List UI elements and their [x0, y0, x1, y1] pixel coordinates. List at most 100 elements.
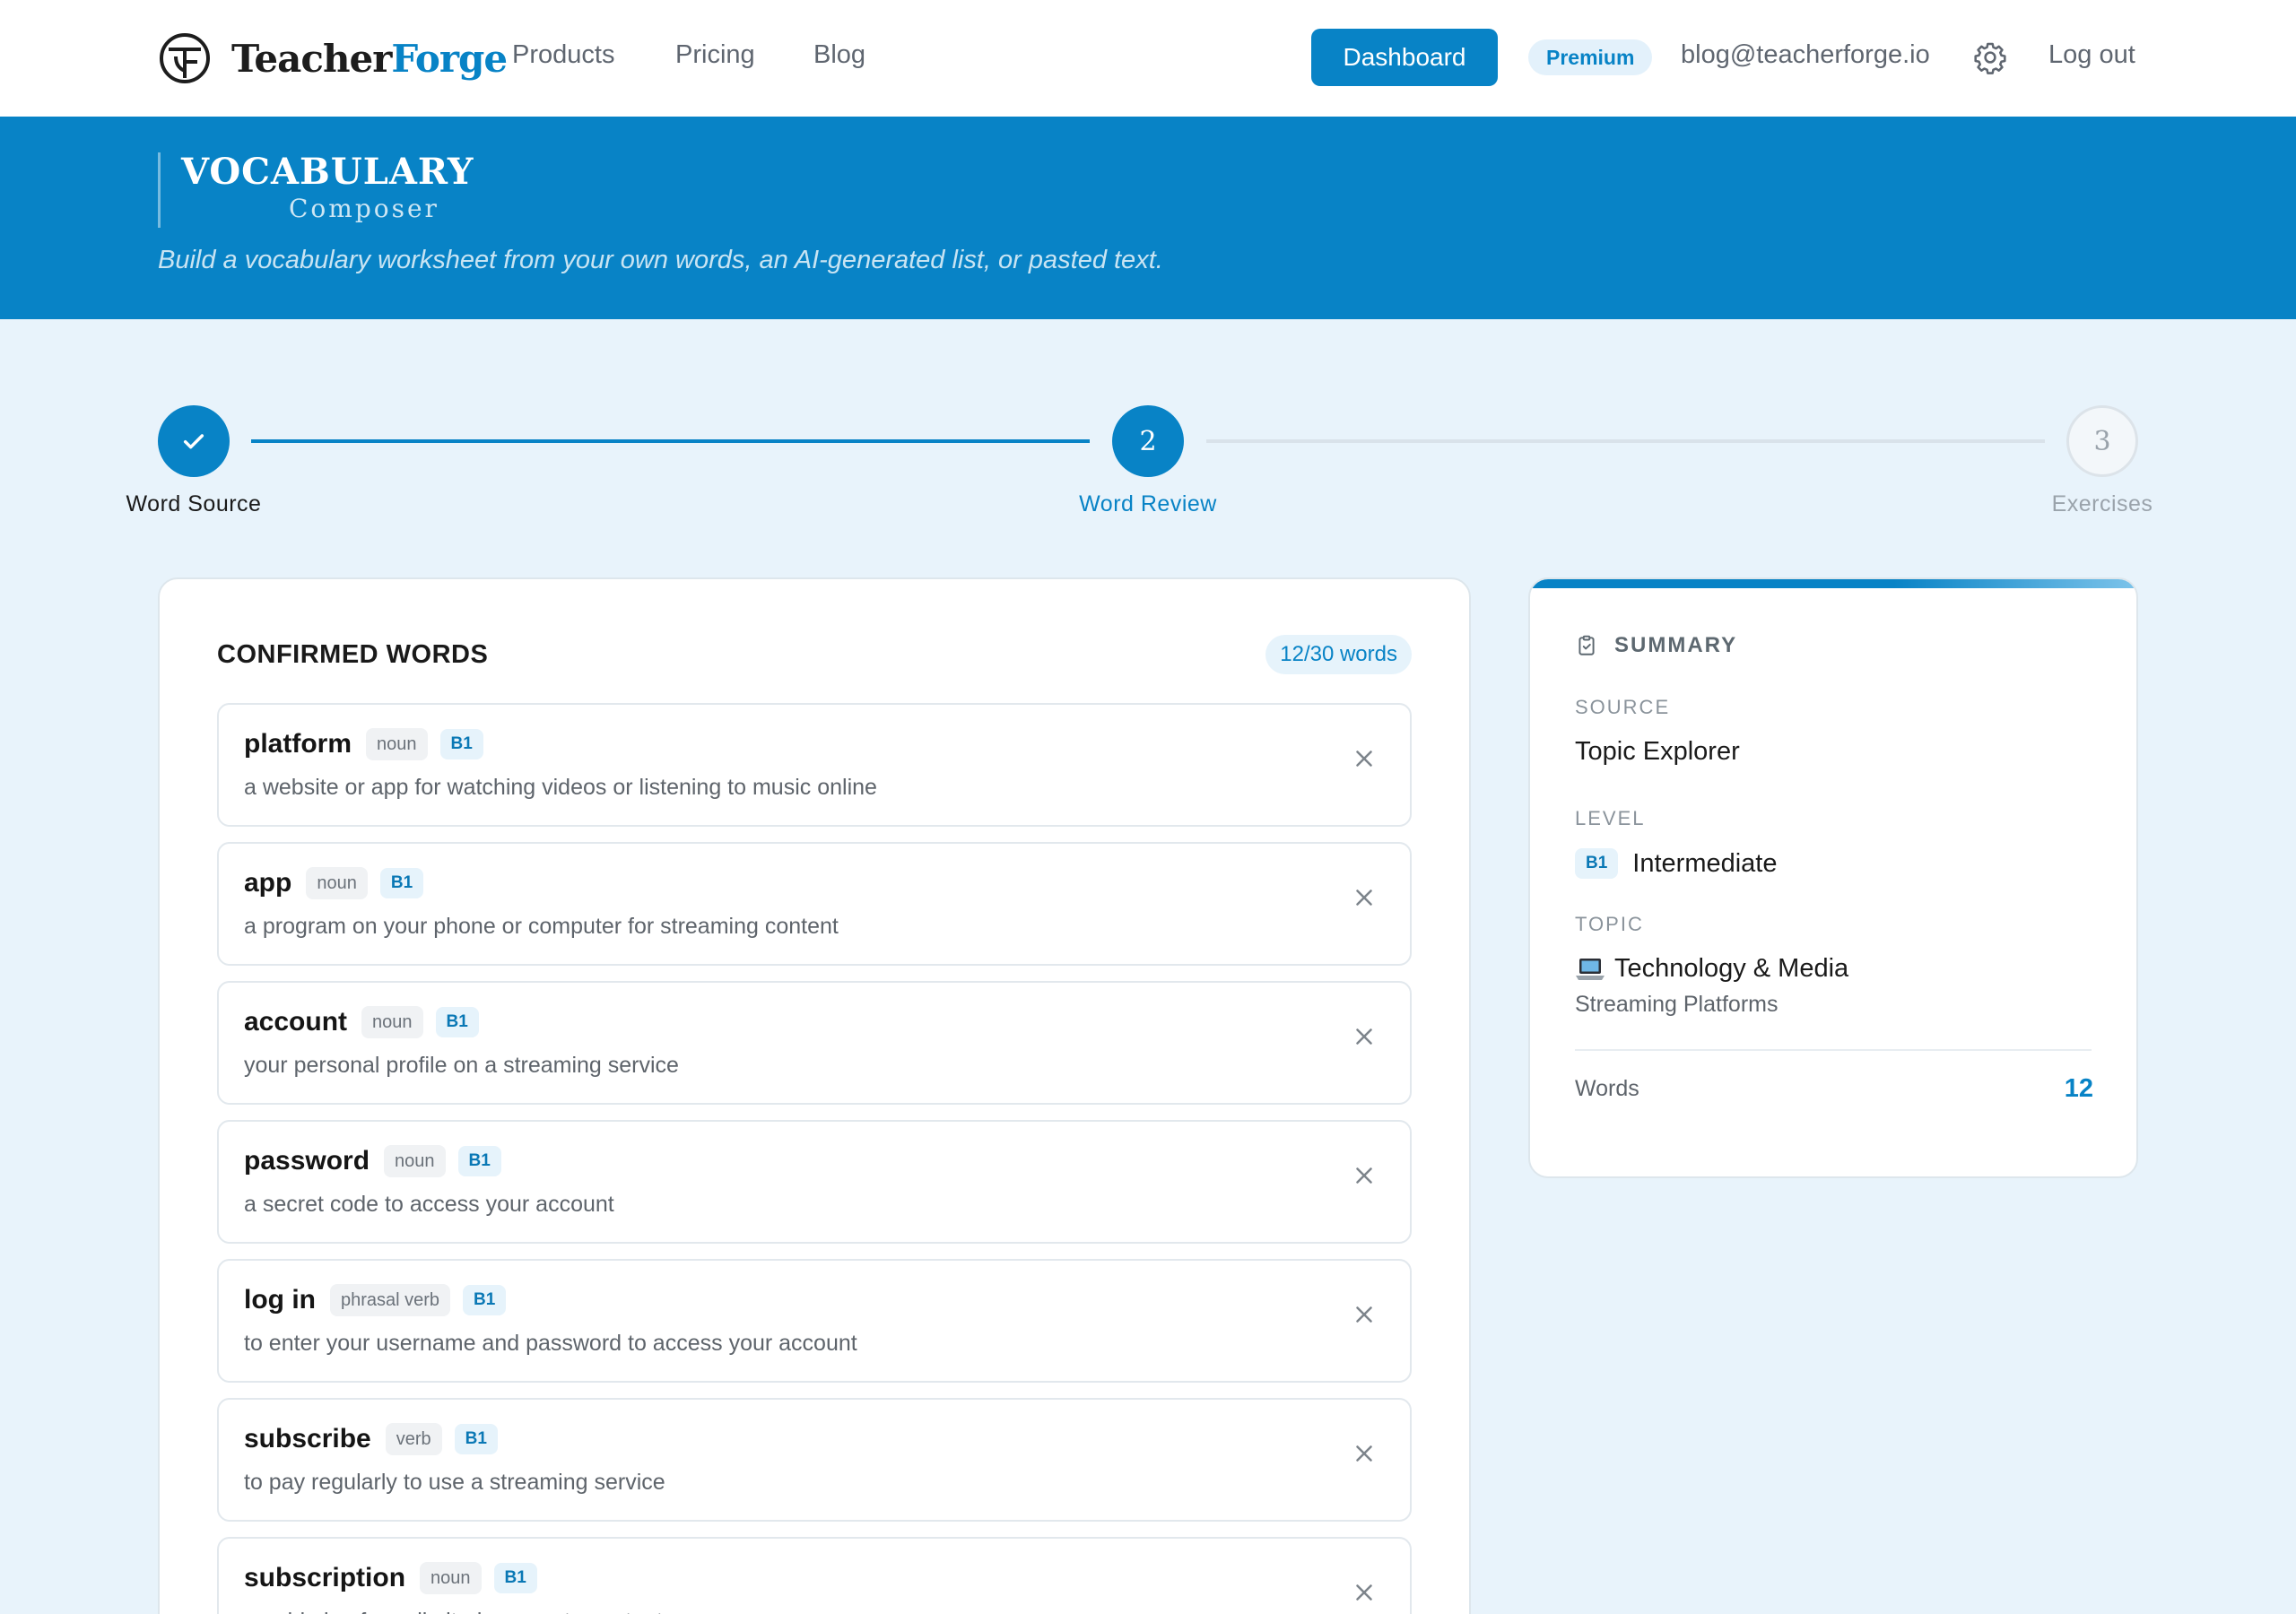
header-rule [158, 152, 161, 228]
level-text: Intermediate [1632, 848, 1778, 878]
user-email: blog@teacherforge.io [1681, 40, 1930, 69]
remove-word-close-icon[interactable] [1351, 1579, 1378, 1606]
laptop-icon [1576, 958, 1605, 980]
topic-subtopic: Streaming Platforms [1575, 992, 1779, 1017]
word-definition: a paid plan for unlimited access to cont… [244, 1609, 663, 1614]
part-of-speech-tag: noun [420, 1562, 482, 1594]
remove-word-close-icon[interactable] [1351, 1440, 1378, 1467]
page-header: VOCABULARY Composer Build a vocabulary w… [0, 117, 2296, 319]
words-count-label: Words [1575, 1076, 1639, 1101]
level-tag: B1 [493, 1563, 537, 1593]
nav-link-products[interactable]: Products [512, 40, 614, 70]
summary-divider [1575, 1049, 2092, 1051]
level-tag: B1 [457, 1146, 501, 1176]
part-of-speech-tag: verb [385, 1423, 442, 1455]
confirmed-words-card: CONFIRMED WORDS 12/30 words platform noun… [158, 577, 1471, 1614]
word-row-header: subscription noun B1 [244, 1562, 537, 1594]
brand-name-part2: Forge [391, 36, 508, 81]
word-term: app [244, 868, 292, 898]
confirmed-words-title: CONFIRMED WORDS [217, 640, 489, 669]
word-term: platform [244, 729, 352, 759]
word-definition: a website or app for watching videos or … [244, 775, 877, 800]
remove-word-close-icon[interactable] [1351, 1301, 1378, 1328]
nav-link-pricing[interactable]: Pricing [675, 40, 755, 70]
word-row-header: account noun B1 [244, 1006, 479, 1038]
stepper-line-pending [1206, 439, 2045, 443]
teacherforge-logo-icon [160, 33, 210, 83]
stepper-line-completed [251, 439, 1090, 443]
level-value: B1 Intermediate [1575, 848, 1778, 879]
topic-value: Technology & Media [1575, 954, 1848, 984]
word-definition: to pay regularly to use a streaming serv… [244, 1470, 665, 1495]
summary-title: SUMMARY [1614, 633, 1738, 657]
word-definition: to enter your username and password to a… [244, 1331, 857, 1356]
page-subtitle: Composer [289, 194, 439, 223]
word-row: account noun B1 your personal profile on a … [217, 981, 1412, 1105]
word-row: platform noun B1 a website or app for watch… [217, 703, 1412, 827]
step-3-label: Exercises [2051, 491, 2153, 516]
word-term: password [244, 1146, 370, 1176]
remove-word-close-icon[interactable] [1351, 1162, 1378, 1189]
check-icon [183, 434, 204, 449]
page-title: VOCABULARY [181, 151, 474, 193]
level-tag: B1 [435, 1007, 479, 1037]
remove-word-close-icon[interactable] [1351, 1023, 1378, 1050]
word-row: password noun B1 a secret code to access yo… [217, 1120, 1412, 1244]
page-description: Build a vocabulary worksheet from your o… [158, 246, 1163, 274]
level-badge: B1 [1575, 848, 1619, 879]
word-term: subscribe [244, 1424, 371, 1453]
premium-badge: Premium [1528, 39, 1653, 75]
level-tag: B1 [439, 729, 483, 759]
remove-word-close-icon[interactable] [1351, 884, 1378, 911]
step-1-label: Word Source [126, 491, 262, 516]
step-3-number: 3 [2093, 425, 2111, 457]
step-1-circle[interactable] [158, 405, 230, 477]
remove-word-close-icon[interactable] [1351, 745, 1378, 772]
summary-header: SUMMARY [1575, 633, 1737, 658]
part-of-speech-tag: phrasal verb [329, 1284, 451, 1316]
summary-card: SUMMARY SOURCE Topic Explorer LEVEL B1 I… [1528, 577, 2138, 1178]
part-of-speech-tag: noun [366, 728, 428, 760]
step-2-label: Word Review [1079, 491, 1217, 516]
word-row-header: app noun B1 [244, 867, 424, 899]
word-definition: a program on your phone or computer for … [244, 914, 839, 939]
word-term: log in [244, 1285, 316, 1315]
topic-text: Technology & Media [1614, 954, 1849, 983]
part-of-speech-tag: noun [384, 1145, 446, 1177]
summary-accent-bar [1530, 579, 2136, 588]
gear-icon[interactable] [1973, 40, 2007, 74]
level-tag: B1 [463, 1285, 507, 1315]
step-2-circle[interactable]: 2 [1112, 405, 1184, 477]
word-term: account [244, 1007, 348, 1037]
word-row-header: platform noun B1 [244, 728, 483, 760]
word-count-badge: 12/30 words [1265, 635, 1412, 674]
brand-name: TeacherForge [231, 36, 508, 81]
dashboard-button[interactable]: Dashboard [1311, 29, 1498, 86]
level-tag: B1 [454, 1424, 498, 1454]
word-row-header: log in phrasal verb B1 [244, 1284, 507, 1316]
top-nav: TeacherForge Products Pricing Blog Dashb… [0, 0, 2296, 117]
nav-link-blog[interactable]: Blog [813, 40, 865, 70]
word-row: app noun B1 a program on your phone or comp… [217, 842, 1412, 966]
word-row: subscription noun B1 a paid plan for unlimi… [217, 1537, 1412, 1614]
source-value: Topic Explorer [1575, 737, 1740, 766]
word-definition: your personal profile on a streaming ser… [244, 1053, 679, 1078]
word-row-header: password noun B1 [244, 1145, 501, 1177]
brand-name-part1: Teacher [231, 36, 392, 81]
words-count-value: 12 [2064, 1074, 2093, 1103]
step-2-number: 2 [1139, 425, 1157, 457]
logout-link[interactable]: Log out [2048, 40, 2135, 70]
word-row-header: subscribe verb B1 [244, 1423, 498, 1455]
clipboard-check-icon [1578, 635, 1595, 655]
topic-label: TOPIC [1575, 913, 1644, 935]
part-of-speech-tag: noun [306, 867, 368, 899]
source-label: SOURCE [1575, 696, 1671, 718]
level-label: LEVEL [1575, 807, 1646, 829]
step-3-circle[interactable]: 3 [2066, 405, 2138, 477]
word-row: log in phrasal verb B1 to enter your userna… [217, 1259, 1412, 1383]
level-tag: B1 [379, 868, 424, 898]
word-term: subscription [244, 1563, 406, 1592]
part-of-speech-tag: noun [361, 1006, 423, 1038]
brand-logo[interactable]: TeacherForge [158, 29, 508, 88]
word-row: subscribe verb B1 to pay regularly to use a… [217, 1398, 1412, 1522]
